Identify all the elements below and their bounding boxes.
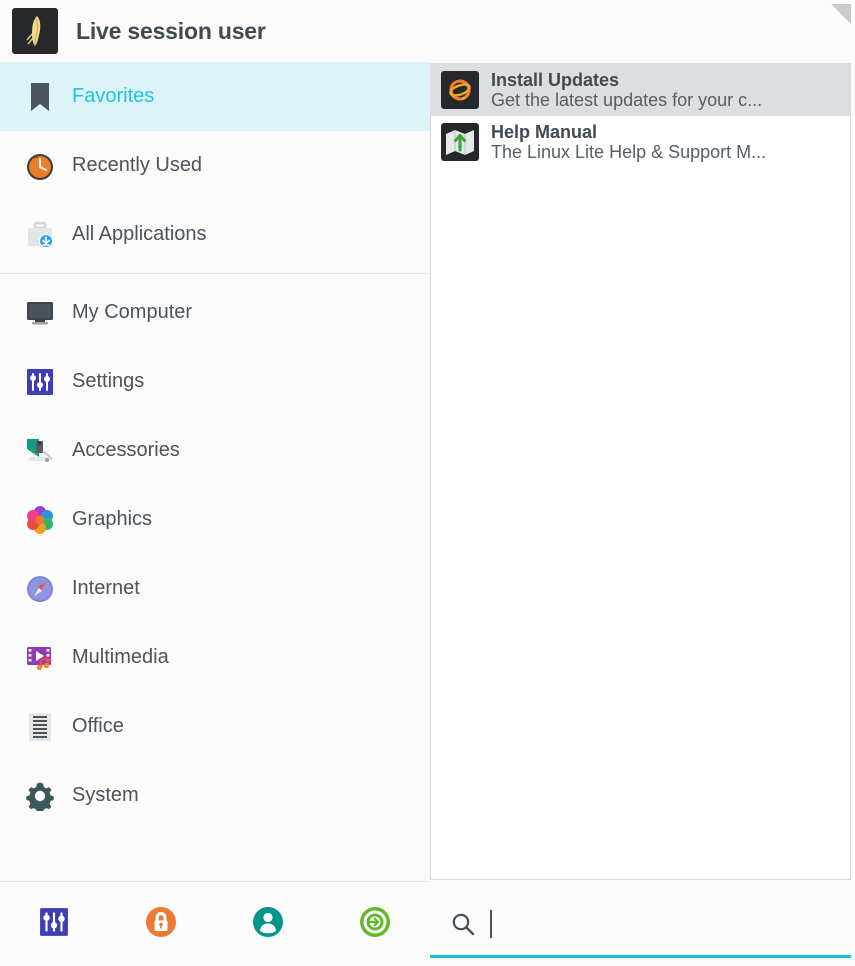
list-item-description: Get the latest updates for your c... — [491, 90, 763, 110]
sidebar-item-favorites[interactable]: Favorites — [0, 62, 430, 131]
bookmark-icon — [24, 81, 56, 113]
media-play-icon — [24, 642, 56, 674]
sidebar-item-office[interactable]: Office — [0, 692, 430, 761]
power-exit-icon — [359, 906, 391, 943]
right-column: Install Updates Get the latest updates f… — [430, 62, 855, 966]
category-list: Favorites Recently Used All Applications… — [0, 62, 430, 881]
clock-icon — [24, 150, 56, 182]
lock-screen-button[interactable] — [107, 882, 214, 966]
list-item-title: Install Updates — [491, 69, 620, 90]
gear-icon — [24, 780, 56, 812]
window-header: Live session user — [0, 0, 855, 62]
sidebar-item-label: Multimedia — [72, 646, 169, 668]
sidebar-item-label: Favorites — [72, 85, 155, 107]
sidebar-item-settings[interactable]: Settings — [0, 347, 430, 416]
search-focus-underline — [430, 955, 851, 958]
sliders-icon — [39, 907, 69, 942]
sidebar-item-multimedia[interactable]: Multimedia — [0, 623, 430, 692]
search-icon — [450, 911, 476, 937]
monitor-icon — [24, 297, 56, 329]
list-item-description: The Linux Lite Help & Support M... — [491, 142, 767, 162]
sliders-icon — [24, 366, 56, 398]
resize-grip-icon[interactable] — [829, 2, 853, 26]
user-avatar-feather-icon — [26, 16, 41, 46]
sidebar-item-label: My Computer — [72, 301, 193, 323]
sidebar-item-label: System — [72, 784, 139, 806]
application-list[interactable]: Install Updates Get the latest updates f… — [430, 63, 851, 880]
log-out-button[interactable] — [321, 882, 428, 966]
briefcase-download-icon — [24, 219, 56, 251]
page-title: Live session user — [76, 17, 266, 44]
search-bar[interactable] — [430, 882, 853, 966]
sidebar-item-my-computer[interactable]: My Computer — [0, 278, 430, 347]
lock-icon — [145, 906, 177, 943]
sidebar: Favorites Recently Used All Applications… — [0, 62, 430, 966]
menu-body: Favorites Recently Used All Applications… — [0, 62, 855, 966]
sidebar-item-recently-used[interactable]: Recently Used — [0, 131, 430, 200]
sidebar-item-all-applications[interactable]: All Applications — [0, 200, 430, 269]
sidebar-item-internet[interactable]: Internet — [0, 554, 430, 623]
pinwheel-icon — [24, 504, 56, 536]
sidebar-item-label: Accessories — [72, 439, 180, 461]
accessories-icon — [24, 435, 56, 467]
sidebar-item-label: Settings — [72, 370, 145, 392]
session-toolbar — [0, 882, 430, 966]
compass-icon — [24, 573, 56, 605]
sidebar-item-label: Recently Used — [72, 154, 203, 176]
switch-user-button[interactable] — [214, 882, 321, 966]
sidebar-separator — [0, 273, 430, 274]
user-icon — [252, 906, 284, 943]
sidebar-item-label: Office — [72, 715, 124, 737]
sidebar-item-label: Graphics — [72, 508, 153, 530]
document-icon — [24, 711, 56, 743]
avatar[interactable] — [12, 8, 58, 54]
update-swirl-icon — [441, 71, 479, 109]
list-item-title: Help Manual — [491, 121, 598, 142]
text-caret — [490, 910, 492, 938]
sidebar-item-label: All Applications — [72, 223, 207, 245]
sidebar-item-label: Internet — [72, 577, 140, 599]
sidebar-item-system[interactable]: System — [0, 761, 430, 830]
map-help-icon — [441, 123, 479, 161]
sidebar-item-accessories[interactable]: Accessories — [0, 416, 430, 485]
sidebar-item-graphics[interactable]: Graphics — [0, 485, 430, 554]
list-item[interactable]: Install Updates Get the latest updates f… — [431, 64, 850, 116]
settings-manager-button[interactable] — [0, 882, 107, 966]
application-menu-window: Live session user Favorites Recently Use… — [0, 0, 855, 966]
list-item[interactable]: Help Manual The Linux Lite Help & Suppor… — [431, 116, 850, 168]
